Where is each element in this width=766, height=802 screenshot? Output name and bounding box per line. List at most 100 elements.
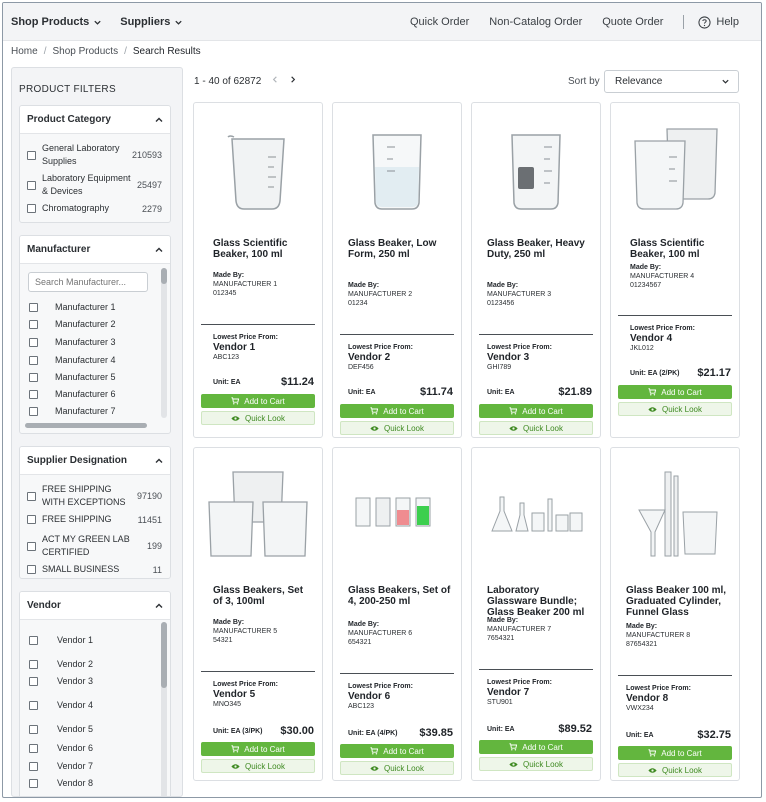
vendor-option[interactable]: Vendor 1: [29, 634, 162, 647]
supplier-option[interactable]: ACT MY GREEN LAB CERTIFIED 199: [27, 533, 162, 559]
checkbox[interactable]: [27, 541, 36, 551]
checkbox[interactable]: [29, 744, 38, 753]
quick-look-button[interactable]: Quick Look: [201, 411, 315, 425]
beaker-pair-icon[interactable]: [611, 103, 739, 231]
beaker-label-icon[interactable]: [472, 103, 600, 231]
suppliers-menu[interactable]: Suppliers: [120, 16, 183, 28]
vendor-name[interactable]: Vendor 4: [630, 333, 672, 344]
checkbox[interactable]: [29, 725, 38, 734]
product-name[interactable]: Glass Beaker, Heavy Duty, 250 ml: [487, 238, 592, 260]
manufacturer-option[interactable]: Manufacturer 4: [29, 354, 162, 367]
manufacturer-search-input[interactable]: [28, 272, 148, 292]
quick-look-button[interactable]: Quick Look: [201, 759, 315, 773]
vendor-name[interactable]: Vendor 6: [348, 691, 390, 702]
product-name[interactable]: Glass Scientific Beaker, 100 ml: [213, 238, 314, 260]
checkbox[interactable]: [29, 320, 38, 329]
vendor-name[interactable]: Vendor 5: [213, 689, 255, 700]
checkbox[interactable]: [27, 491, 36, 501]
next-page-button[interactable]: [289, 75, 297, 87]
manufacturer-option[interactable]: Manufacturer 2: [29, 318, 162, 331]
scrollbar-thumb[interactable]: [161, 268, 167, 284]
product-card[interactable]: Laboratory Glassware Bundle; Glass Beake…: [471, 447, 601, 781]
category-option[interactable]: Laboratory Equipment & Devices 25497: [27, 172, 162, 198]
beaker-cylinder-funnel-icon[interactable]: [611, 448, 739, 576]
breadcrumb-home[interactable]: Home: [11, 46, 38, 57]
vendor-name[interactable]: Vendor 2: [348, 352, 390, 363]
sort-select[interactable]: Relevance: [604, 70, 739, 93]
vendor-option[interactable]: Vendor 6: [29, 742, 162, 755]
manufacturer-option[interactable]: Manufacturer 5: [29, 371, 162, 384]
manufacturer-filter-header[interactable]: Manufacturer: [20, 236, 170, 264]
product-card[interactable]: Glass Beakers, Set of 3, 100ml Made By: MA…: [193, 447, 323, 781]
product-name[interactable]: Glass Beakers, Set of 4, 200-250 ml: [348, 585, 453, 607]
checkbox[interactable]: [27, 204, 36, 213]
vendor-option[interactable]: Vendor 2: [29, 658, 162, 671]
supplier-filter-header[interactable]: Supplier Designation: [20, 447, 170, 475]
beaker-icon[interactable]: [194, 103, 322, 231]
quick-order-link[interactable]: Quick Order: [410, 16, 469, 28]
checkbox[interactable]: [29, 762, 38, 771]
quick-look-button[interactable]: Quick Look: [618, 402, 732, 416]
quick-look-button[interactable]: Quick Look: [479, 757, 593, 771]
add-to-cart-button[interactable]: Add to Cart: [340, 744, 454, 758]
checkbox[interactable]: [29, 338, 38, 347]
supplier-option[interactable]: FREE SHIPPING WITH EXCEPTIONS 97190: [27, 483, 162, 509]
vendor-option[interactable]: Vendor 3: [29, 675, 162, 688]
checkbox[interactable]: [27, 565, 36, 574]
manufacturer-option[interactable]: Manufacturer 1: [29, 301, 162, 314]
beaker-colored-set-icon[interactable]: [333, 448, 461, 576]
product-name[interactable]: Glass Beaker 100 ml, Graduated Cylinder,…: [626, 585, 731, 618]
manufacturer-scrollbar[interactable]: [161, 268, 167, 418]
add-to-cart-button[interactable]: Add to Cart: [479, 740, 593, 754]
quick-look-button[interactable]: Quick Look: [618, 763, 732, 777]
add-to-cart-button[interactable]: Add to Cart: [340, 404, 454, 418]
product-card[interactable]: Glass Scientific Beaker, 100 ml Made By: M…: [193, 102, 323, 438]
product-name[interactable]: Glass Beaker, Low Form, 250 ml: [348, 238, 453, 260]
prev-page-button[interactable]: [271, 75, 279, 87]
category-option[interactable]: Chromatography 2279: [27, 202, 162, 215]
scrollbar-thumb[interactable]: [161, 622, 167, 688]
checkbox[interactable]: [29, 677, 38, 686]
checkbox[interactable]: [29, 660, 38, 669]
beaker-water-icon[interactable]: [333, 103, 461, 231]
product-card[interactable]: Glass Beaker, Low Form, 250 ml Made By: MA…: [332, 102, 462, 438]
vendor-name[interactable]: Vendor 3: [487, 352, 529, 363]
product-card[interactable]: Glass Beaker 100 ml, Graduated Cylinder,…: [610, 447, 740, 781]
non-catalog-order-link[interactable]: Non-Catalog Order: [489, 16, 582, 28]
category-option[interactable]: General Laboratory Supplies 210593: [27, 142, 162, 168]
add-to-cart-button[interactable]: Add to Cart: [479, 404, 593, 418]
vendor-name[interactable]: Vendor 7: [487, 687, 529, 698]
vendor-option[interactable]: Vendor 7: [29, 760, 162, 773]
checkbox[interactable]: [27, 515, 36, 524]
add-to-cart-button[interactable]: Add to Cart: [618, 746, 732, 760]
quote-order-link[interactable]: Quote Order: [602, 16, 663, 28]
checkbox[interactable]: [29, 407, 38, 416]
product-name[interactable]: Glass Scientific Beaker, 100 ml: [630, 238, 731, 260]
checkbox[interactable]: [29, 356, 38, 365]
add-to-cart-button[interactable]: Add to Cart: [618, 385, 732, 399]
quick-look-button[interactable]: Quick Look: [479, 421, 593, 435]
checkbox[interactable]: [29, 373, 38, 382]
vendor-scrollbar[interactable]: [161, 622, 167, 796]
checkbox[interactable]: [29, 390, 38, 399]
vendor-option[interactable]: Vendor 5: [29, 723, 162, 736]
vendor-name[interactable]: Vendor 1: [213, 342, 255, 353]
beaker-set-icon[interactable]: [194, 448, 322, 576]
checkbox[interactable]: [29, 779, 38, 788]
add-to-cart-button[interactable]: Add to Cart: [201, 394, 315, 408]
product-card[interactable]: Glass Beakers, Set of 4, 200-250 ml Made …: [332, 447, 462, 781]
manufacturer-horizontal-scrollbar[interactable]: [25, 423, 147, 428]
quick-look-button[interactable]: Quick Look: [340, 761, 454, 775]
help-link[interactable]: Help: [698, 15, 739, 29]
breadcrumb-shop-products[interactable]: Shop Products: [52, 46, 118, 57]
product-card[interactable]: Glass Scientific Beaker, 100 ml Made By: M…: [610, 102, 740, 438]
shop-products-menu[interactable]: Shop Products: [11, 16, 102, 28]
category-filter-header[interactable]: Product Category: [20, 106, 170, 134]
manufacturer-option[interactable]: Manufacturer 3: [29, 336, 162, 349]
product-card[interactable]: Glass Beaker, Heavy Duty, 250 ml Made By:…: [471, 102, 601, 438]
checkbox[interactable]: [27, 180, 36, 190]
glassware-bundle-icon[interactable]: [472, 448, 600, 576]
supplier-option[interactable]: SMALL BUSINESS 11: [27, 563, 162, 576]
checkbox[interactable]: [29, 303, 38, 312]
vendor-option[interactable]: Vendor 4: [29, 699, 162, 712]
